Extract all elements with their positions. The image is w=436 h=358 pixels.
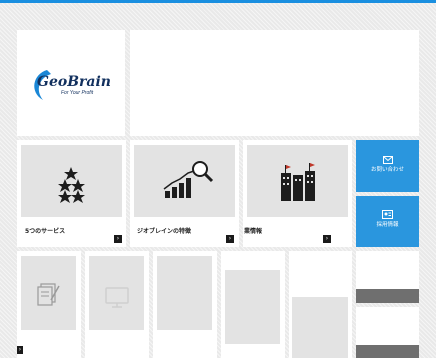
contact-button[interactable]: お問い合わせ xyxy=(356,140,419,192)
service-card-services[interactable]: 5つのサービス › xyxy=(17,140,126,247)
content-card[interactable]: › xyxy=(17,251,81,358)
documents-icon xyxy=(37,283,60,306)
growth-chart-icon xyxy=(163,161,214,198)
banner-tile[interactable] xyxy=(356,307,419,358)
card-thumb xyxy=(89,256,144,330)
logo-wordmark: GeoBrain xyxy=(37,74,111,90)
recruit-icon xyxy=(382,210,393,219)
service-thumb xyxy=(134,145,235,217)
service-thumb xyxy=(247,145,348,217)
arrow-right-icon[interactable]: › xyxy=(114,235,122,243)
mail-icon xyxy=(383,156,393,164)
geobrain-logo: GeoBrain For Your Profit xyxy=(34,70,111,100)
card-thumb xyxy=(157,256,212,330)
card-thumb xyxy=(292,297,348,358)
contact-label: お問い合わせ xyxy=(370,167,404,173)
stars-icon xyxy=(58,167,85,203)
banner-footer-bar xyxy=(356,289,419,303)
service-label: 5つのサービス xyxy=(25,228,66,235)
buildings-icon xyxy=(281,163,315,201)
arrow-right-icon[interactable]: › xyxy=(323,235,331,243)
service-label: 業情報 xyxy=(244,228,263,235)
content-card[interactable] xyxy=(221,251,285,358)
recruit-button[interactable]: 採用情報 xyxy=(356,196,419,247)
arrow-right-icon[interactable]: › xyxy=(17,346,23,354)
service-label: ジオブレインの特徴 xyxy=(137,228,192,235)
hero-banner xyxy=(130,30,419,136)
banner-footer-bar xyxy=(356,345,419,358)
service-thumb xyxy=(21,145,122,217)
content-card[interactable] xyxy=(153,251,217,358)
service-card-company[interactable]: 業情報 › xyxy=(243,140,352,247)
logo-tagline: For Your Profit xyxy=(61,90,94,96)
content-card[interactable] xyxy=(289,251,352,358)
content-card[interactable] xyxy=(85,251,149,358)
monitor-icon xyxy=(105,287,129,308)
service-card-features[interactable]: ジオブレインの特徴 › xyxy=(130,140,239,247)
card-thumb xyxy=(225,270,280,344)
recruit-label: 採用情報 xyxy=(376,222,399,228)
top-accent-bar xyxy=(0,0,436,3)
arrow-right-icon[interactable]: › xyxy=(226,235,234,243)
logo-panel[interactable]: GeoBrain For Your Profit xyxy=(17,30,125,136)
card-thumb xyxy=(21,256,76,330)
banner-tile[interactable] xyxy=(356,251,419,303)
